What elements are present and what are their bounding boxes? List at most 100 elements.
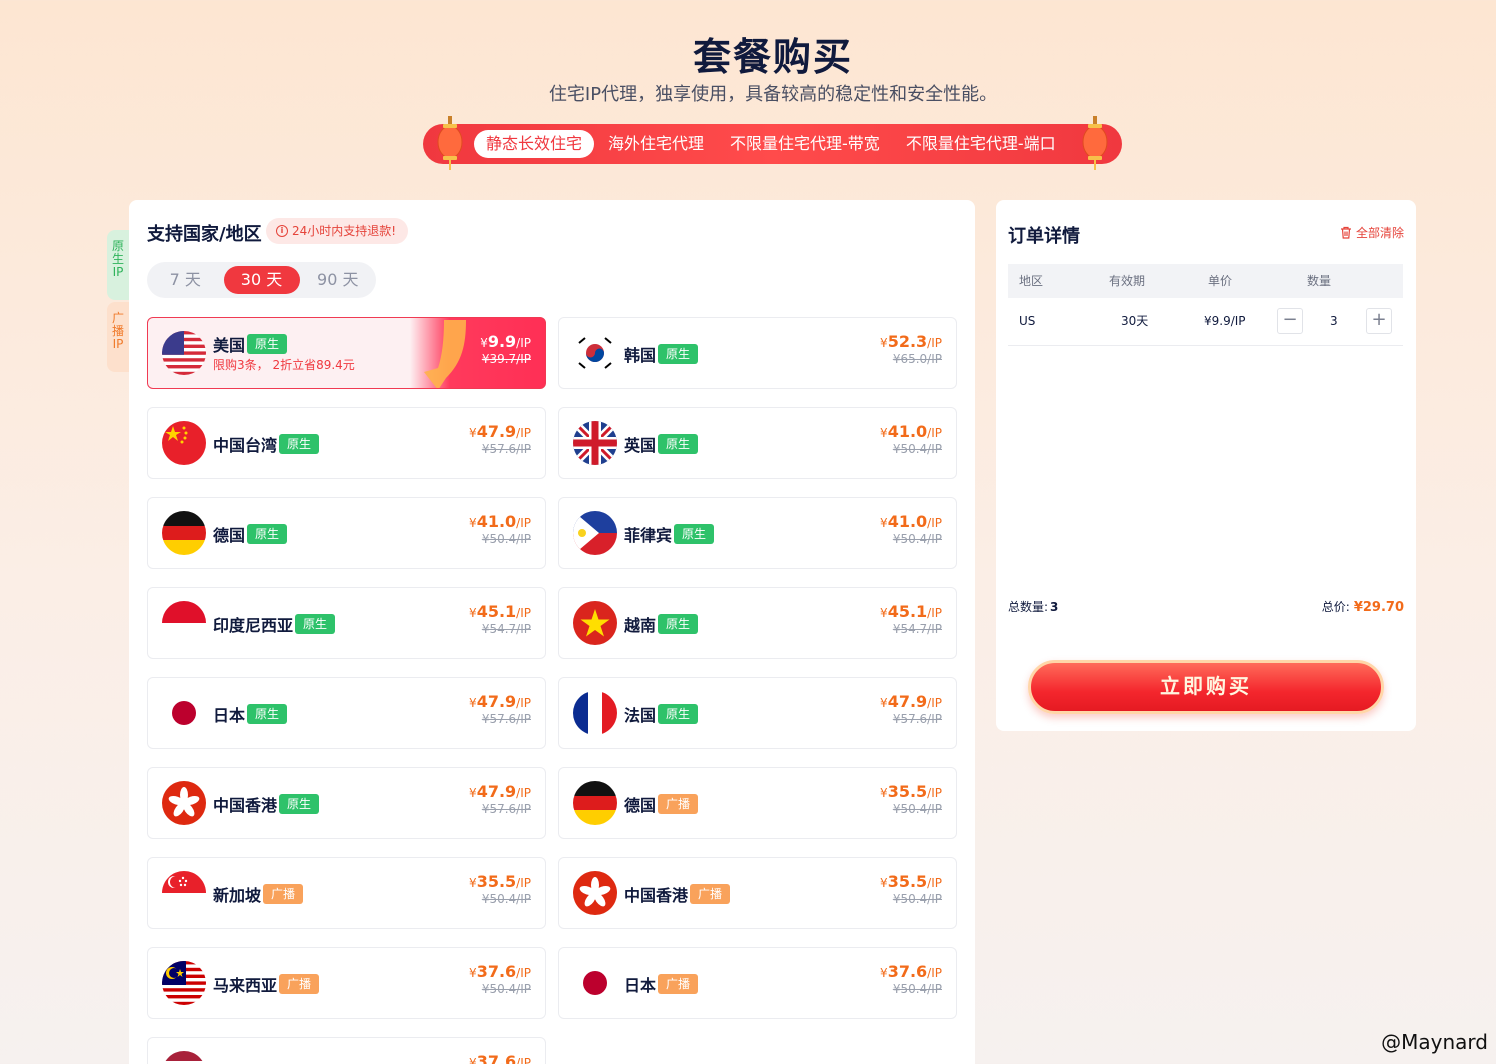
- price-block: ¥47.9/IP ¥57.6/IP: [469, 692, 531, 726]
- country-card[interactable]: 美国 原生 限购3条， 2折立省89.4元 ¥9.9/IP ¥39.7/IP: [147, 317, 546, 389]
- currency-symbol: ¥: [880, 966, 888, 980]
- country-label: 日本: [213, 706, 246, 725]
- tab-unlimited-port[interactable]: 不限量住宅代理-端口: [894, 130, 1068, 158]
- ip-type-tag: 原生: [279, 434, 320, 454]
- original-price: ¥50.4/IP: [481, 532, 531, 546]
- country-card[interactable]: 日本 原生 ¥47.9/IP ¥57.6/IP: [147, 677, 546, 749]
- country-label: 印度尼西亚: [213, 616, 294, 635]
- ip-type-tag: 原生: [658, 704, 699, 724]
- price-unit: /IP: [927, 966, 942, 980]
- total-count-value: 3: [1050, 600, 1059, 614]
- currency-symbol: ¥: [469, 606, 477, 620]
- hk-flag-icon: [573, 871, 617, 915]
- price-value: 45.1: [476, 602, 517, 621]
- currency-symbol: ¥: [469, 426, 477, 440]
- price-block: ¥9.9/IP ¥39.7/IP: [480, 332, 531, 366]
- currency-symbol: ¥: [469, 966, 477, 980]
- country-card[interactable]: 新加坡 广播 ¥35.5/IP ¥50.4/IP: [147, 857, 546, 929]
- side-tab-native-ip[interactable]: 原生IP: [107, 230, 129, 300]
- country-name: 德国 广播: [624, 792, 699, 816]
- country-name: 日本 原生: [213, 702, 288, 726]
- price-unit: /IP: [516, 426, 531, 440]
- price-unit: /IP: [516, 1056, 531, 1064]
- hk-flag-icon: [162, 781, 206, 825]
- country-name: 法国 原生: [624, 702, 699, 726]
- jp-flag-icon: [162, 691, 206, 735]
- original-price: ¥50.4/IP: [481, 892, 531, 906]
- increase-quantity-button[interactable]: +: [1366, 308, 1392, 334]
- country-card[interactable]: 中国台湾 原生 ¥47.9/IP ¥57.6/IP: [147, 407, 546, 479]
- price-block: ¥35.5/IP ¥50.4/IP: [880, 782, 942, 816]
- period-7-days[interactable]: 7 天: [151, 266, 220, 294]
- price-value: 47.9: [476, 692, 517, 711]
- price-value: 47.9: [476, 782, 517, 801]
- period-30-days[interactable]: 30 天: [223, 266, 300, 294]
- price-block: ¥37.6/IP: [469, 1052, 531, 1064]
- column-quantity: 数量: [1307, 274, 1332, 288]
- tab-overseas-residential[interactable]: 海外住宅代理: [596, 130, 716, 158]
- clear-all-button[interactable]: 全部清除: [1340, 224, 1404, 241]
- country-card[interactable]: 中国香港 原生 ¥47.9/IP ¥57.6/IP: [147, 767, 546, 839]
- price-block: ¥37.6/IP ¥50.4/IP: [880, 962, 942, 996]
- current-price: ¥37.6/IP: [469, 1052, 531, 1064]
- price-unit: /IP: [927, 786, 942, 800]
- ip-type-tag: 广播: [658, 794, 699, 814]
- total-price: 总价: ¥29.70: [1322, 598, 1404, 615]
- country-card[interactable]: ¥37.6/IP: [147, 1037, 546, 1064]
- country-name: 马来西亚 广播: [213, 972, 320, 996]
- original-price: ¥50.4/IP: [892, 802, 942, 816]
- currency-symbol: ¥: [880, 516, 888, 530]
- price-block: ¥47.9/IP ¥57.6/IP: [469, 422, 531, 456]
- price-block: ¥47.9/IP ¥57.6/IP: [880, 692, 942, 726]
- country-label: 马来西亚: [213, 976, 278, 995]
- price-unit: /IP: [516, 786, 531, 800]
- country-card[interactable]: 中国香港 广播 ¥35.5/IP ¥50.4/IP: [558, 857, 957, 929]
- country-card[interactable]: 德国 原生 ¥41.0/IP ¥50.4/IP: [147, 497, 546, 569]
- ip-type-tag: 原生: [247, 704, 288, 724]
- gb-flag-icon: [573, 421, 617, 465]
- country-card[interactable]: 越南 原生 ¥45.1/IP ¥54.7/IP: [558, 587, 957, 659]
- price-unit: /IP: [516, 336, 531, 350]
- price-unit: /IP: [516, 876, 531, 890]
- currency-symbol: ¥: [880, 786, 888, 800]
- side-tab-broadcast-ip[interactable]: 广播IP: [107, 302, 129, 372]
- current-price: ¥47.9/IP: [469, 782, 531, 801]
- country-label: 美国: [213, 336, 246, 355]
- country-list-panel: 支持国家/地区 i 24小时内支持退款! 7 天 30 天 90 天 美国 原生限…: [129, 200, 975, 1064]
- original-price: ¥57.6/IP: [481, 802, 531, 816]
- country-card[interactable]: 印度尼西亚 原生 ¥45.1/IP ¥54.7/IP: [147, 587, 546, 659]
- tab-unlimited-bandwidth[interactable]: 不限量住宅代理-带宽: [718, 130, 892, 158]
- country-card[interactable]: 英国 原生 ¥41.0/IP ¥50.4/IP: [558, 407, 957, 479]
- currency-symbol: ¥: [880, 426, 888, 440]
- price-value: 41.0: [887, 422, 928, 441]
- order-title: 订单详情: [1008, 226, 1080, 247]
- current-price: ¥47.9/IP: [469, 692, 531, 711]
- currency-symbol: ¥: [469, 876, 477, 890]
- period-90-days[interactable]: 90 天: [304, 266, 373, 294]
- country-card[interactable]: 马来西亚 广播 ¥37.6/IP ¥50.4/IP: [147, 947, 546, 1019]
- tab-static-residential[interactable]: 静态长效住宅: [474, 130, 595, 158]
- current-price: ¥47.9/IP: [880, 692, 942, 711]
- country-card[interactable]: 德国 广播 ¥35.5/IP ¥50.4/IP: [558, 767, 957, 839]
- order-region: US: [1019, 314, 1036, 328]
- price-block: ¥52.3/IP ¥65.0/IP: [880, 332, 942, 366]
- currency-symbol: ¥: [469, 516, 477, 530]
- currency-symbol: ¥: [880, 696, 888, 710]
- country-label: 菲律宾: [624, 526, 673, 545]
- buy-now-button[interactable]: 立即购买: [1024, 654, 1388, 718]
- current-price: ¥41.0/IP: [469, 512, 531, 531]
- decrease-quantity-button[interactable]: −: [1277, 308, 1303, 334]
- current-price: ¥35.5/IP: [469, 872, 531, 891]
- price-value: 37.6: [476, 1052, 517, 1064]
- country-card[interactable]: 日本 广播 ¥37.6/IP ¥50.4/IP: [558, 947, 957, 1019]
- current-price: ¥41.0/IP: [880, 512, 942, 531]
- tw-flag-icon: [162, 421, 206, 465]
- country-card[interactable]: 韩国 原生 ¥52.3/IP ¥65.0/IP: [558, 317, 957, 389]
- country-label: 越南: [624, 616, 657, 635]
- column-region: 地区: [1019, 274, 1044, 288]
- order-unit-price: ¥9.9/IP: [1204, 314, 1246, 328]
- country-card[interactable]: 菲律宾 原生 ¥41.0/IP ¥50.4/IP: [558, 497, 957, 569]
- country-card[interactable]: 法国 原生 ¥47.9/IP ¥57.6/IP: [558, 677, 957, 749]
- total-count-label: 总数量:: [1008, 600, 1049, 614]
- promo-text: 限购3条， 2折立省89.4元: [213, 358, 355, 372]
